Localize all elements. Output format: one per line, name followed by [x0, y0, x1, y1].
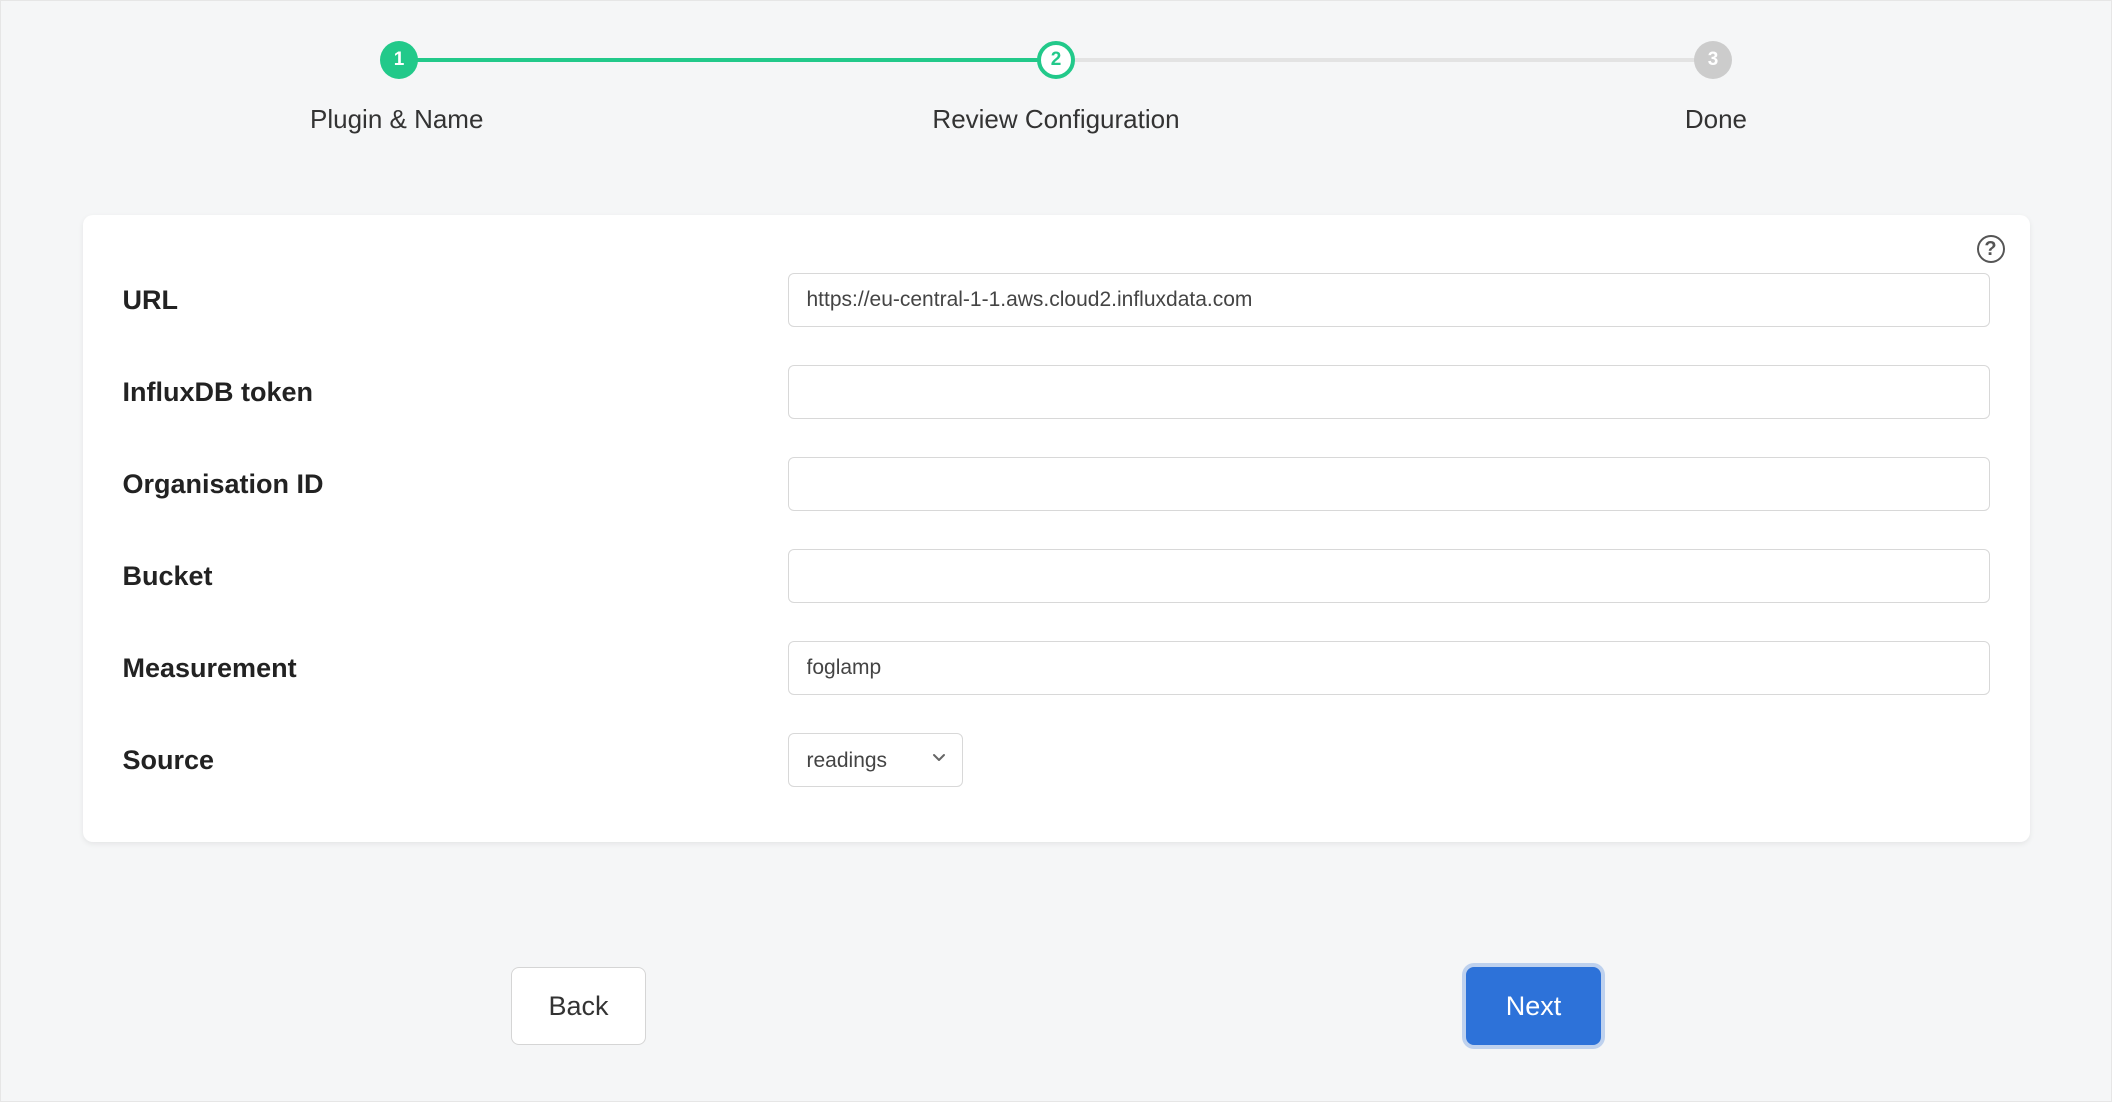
next-button[interactable]: Next: [1466, 967, 1601, 1045]
stepper-labels: Plugin & Name Review Configuration Done: [380, 104, 1732, 135]
row-token: InfluxDB token: [123, 365, 1990, 419]
row-url: URL: [123, 273, 1990, 327]
label-org: Organisation ID: [123, 469, 788, 500]
back-button[interactable]: Back: [511, 967, 646, 1045]
step-3-label: Done: [1296, 104, 1747, 135]
step-2-label: Review Configuration: [831, 104, 1282, 135]
label-source: Source: [123, 745, 788, 776]
input-measurement[interactable]: [788, 641, 1990, 695]
row-measurement: Measurement: [123, 641, 1990, 695]
step-1-label: Plugin & Name: [310, 104, 761, 135]
label-bucket: Bucket: [123, 561, 788, 592]
step-2-node[interactable]: 2: [1037, 41, 1075, 79]
help-icon-glyph: ?: [1984, 238, 1996, 261]
input-org[interactable]: [788, 457, 1990, 511]
select-source[interactable]: readings: [788, 733, 963, 787]
stepper-track: 1 2 3: [380, 41, 1732, 79]
config-card: ? URL InfluxDB token Organisation ID Buc…: [83, 215, 2030, 842]
wizard-footer: Back Next: [511, 967, 1601, 1045]
stepper-connector-2: [1056, 58, 1713, 62]
step-1-node[interactable]: 1: [380, 41, 418, 79]
stepper-connector-1: [399, 58, 1056, 62]
page-container: 1 2 3 Plugin & Name Review Configuration…: [0, 0, 2112, 1102]
input-url[interactable]: [788, 273, 1990, 327]
label-token: InfluxDB token: [123, 377, 788, 408]
row-org: Organisation ID: [123, 457, 1990, 511]
row-bucket: Bucket: [123, 549, 1990, 603]
row-source: Source readings: [123, 733, 1990, 787]
label-url: URL: [123, 285, 788, 316]
input-bucket[interactable]: [788, 549, 1990, 603]
input-token[interactable]: [788, 365, 1990, 419]
help-icon[interactable]: ?: [1977, 235, 2005, 263]
label-measurement: Measurement: [123, 653, 788, 684]
step-3-node: 3: [1694, 41, 1732, 79]
select-source-wrap: readings: [788, 733, 963, 787]
wizard-stepper: 1 2 3 Plugin & Name Review Configuration…: [380, 41, 1732, 135]
